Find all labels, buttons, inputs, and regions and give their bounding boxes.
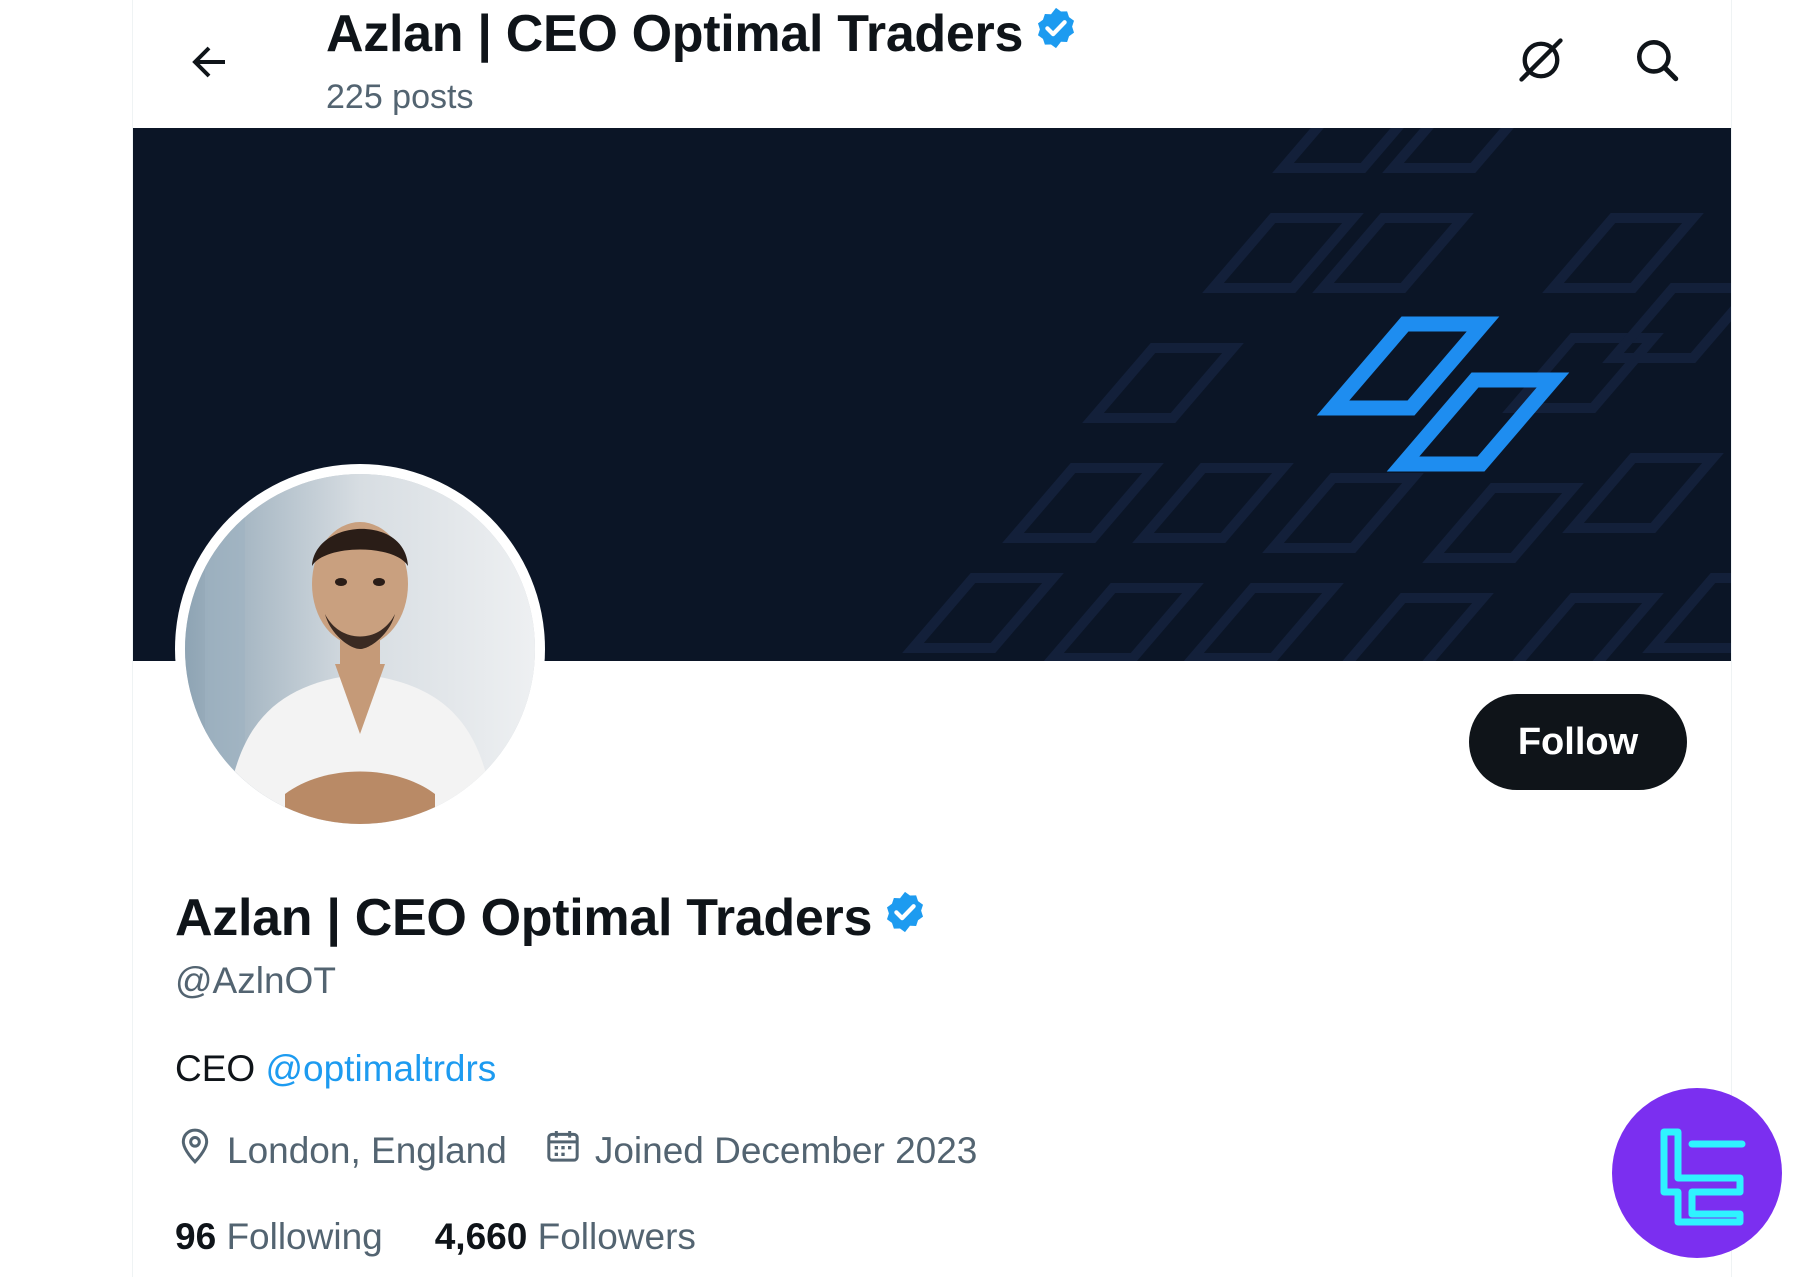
- following-link[interactable]: 96 Following: [175, 1216, 383, 1258]
- calendar-icon: [543, 1126, 595, 1175]
- follow-button[interactable]: Follow: [1469, 694, 1687, 790]
- profile-handle: @AzlnOT: [175, 960, 336, 1001]
- verified-badge-icon: [1033, 4, 1079, 64]
- following-count: 96: [175, 1216, 217, 1257]
- bio-mention-link[interactable]: @optimaltrdrs: [265, 1048, 496, 1089]
- search-button[interactable]: [1617, 22, 1697, 102]
- profile-joined: Joined December 2023: [543, 1126, 978, 1175]
- location-pin-icon: [175, 1126, 227, 1175]
- profile-location: London, England: [175, 1126, 507, 1175]
- back-button[interactable]: [173, 28, 245, 100]
- top-bar: Azlan | CEO Optimal Traders 225 posts: [133, 0, 1731, 128]
- grok-button[interactable]: [1501, 22, 1581, 102]
- profile-name: Azlan | CEO Optimal Traders: [175, 888, 928, 948]
- avatar[interactable]: [175, 464, 545, 834]
- arrow-left-icon: [185, 38, 233, 91]
- avatar-photo: [185, 474, 535, 824]
- followers-count: 4,660: [434, 1216, 528, 1257]
- followers-link[interactable]: 4,660 Followers: [435, 1216, 696, 1258]
- bio-text: CEO: [175, 1048, 256, 1089]
- grok-icon: [1515, 34, 1567, 91]
- search-icon: [1632, 35, 1682, 90]
- header-title-text: Azlan | CEO Optimal Traders: [326, 5, 1024, 63]
- post-count: 225 posts: [326, 78, 474, 116]
- profile-stats: 96 Following 4,660 Followers: [175, 1216, 748, 1258]
- verified-badge-icon[interactable]: [882, 888, 928, 948]
- location-text: London, England: [227, 1129, 507, 1171]
- watermark-logo: [1612, 1088, 1782, 1258]
- watermark-logo-mark: [1660, 1128, 1746, 1226]
- header-title: Azlan | CEO Optimal Traders: [326, 4, 1079, 64]
- profile-name-text: Azlan | CEO Optimal Traders: [175, 889, 873, 947]
- followers-label: Followers: [537, 1216, 696, 1257]
- joined-text: Joined December 2023: [594, 1129, 978, 1171]
- following-label: Following: [226, 1216, 383, 1257]
- profile-bio: CEO @optimaltrdrs: [175, 1048, 496, 1090]
- profile-meta: London, England Joined December 2023: [175, 1126, 1013, 1175]
- profile-column: Azlan | CEO Optimal Traders 225 posts Fo…: [132, 0, 1732, 1277]
